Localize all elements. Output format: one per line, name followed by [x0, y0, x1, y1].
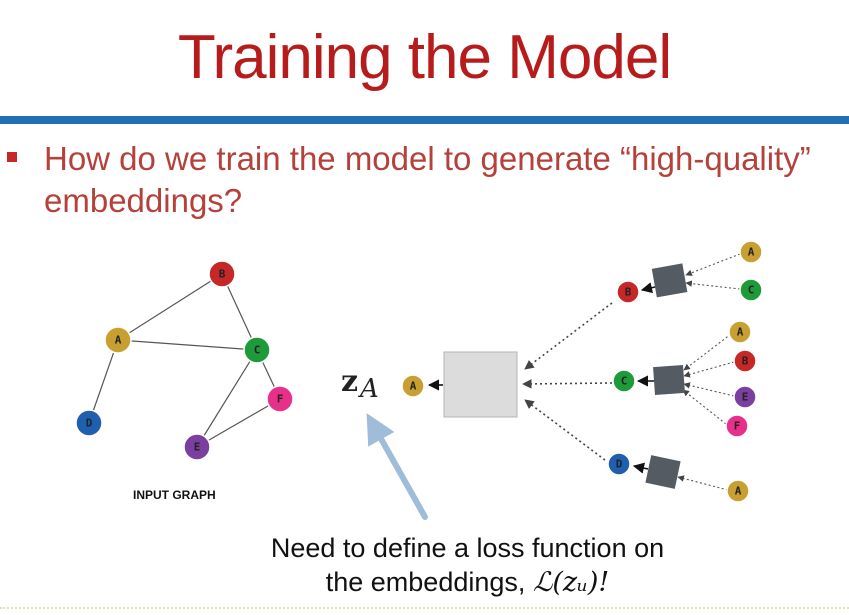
arrow-d-to-aggregator: [524, 399, 606, 461]
svg-text:A: A: [735, 485, 742, 498]
aggregator-box-b: [651, 263, 688, 298]
svg-text:D: D: [616, 458, 623, 471]
diagram-canvas: B A C F D E A B C D A C A B E F A: [75, 240, 763, 520]
arrow-c-to-aggregator: [522, 379, 613, 389]
level2-node-b-c: C: [739, 278, 763, 302]
input-graph: B A C F D E: [75, 260, 294, 461]
level2-node-b-a: A: [739, 240, 763, 264]
svg-text:F: F: [277, 393, 284, 406]
svg-text:B: B: [742, 355, 749, 368]
svg-text:E: E: [742, 391, 749, 404]
loss-caption: Need to define a loss function on the em…: [0, 531, 849, 600]
svg-text:B: B: [625, 286, 632, 299]
aggregator-box-c: [653, 364, 685, 396]
edge-a-b: [117, 273, 223, 341]
svg-text:D: D: [86, 417, 93, 430]
level2-node-c-e: E: [733, 385, 757, 409]
arrow-b-to-aggregator: [524, 302, 613, 370]
svg-text:A: A: [410, 380, 417, 393]
embedding-symbol: z: [341, 364, 359, 399]
graph-node-b: B: [208, 260, 236, 288]
level1-node-c: C: [612, 369, 636, 393]
main-aggregator-box: [443, 351, 518, 418]
computation-graph: A B C D A C A B E F A: [401, 240, 763, 503]
svg-text:A: A: [737, 326, 744, 339]
arrow-a-to-agg-d: [677, 475, 729, 491]
level2-node-c-a: A: [728, 320, 752, 344]
arrow-a-to-agg-b: [685, 253, 741, 276]
edge-a-c: [117, 339, 258, 351]
svg-text:C: C: [254, 344, 261, 357]
embedding-subscript: A: [360, 374, 379, 404]
graph-node-d: D: [75, 409, 103, 437]
loss-formula: ℒ(zᵤ)!: [532, 567, 610, 598]
caption-line-2: the embeddings, ℒ(zᵤ)!: [0, 565, 849, 600]
svg-text:E: E: [194, 441, 201, 454]
footer-dotted-border: [0, 607, 849, 609]
aggregator-box-d: [645, 455, 681, 489]
svg-text:A: A: [115, 334, 122, 347]
graph-node-a: A: [104, 326, 132, 354]
svg-text:F: F: [734, 420, 741, 433]
level1-to-aggregator-arrows: [522, 302, 613, 461]
pointer-arrow: [366, 413, 428, 520]
level2-node-c-b: B: [733, 349, 757, 373]
arrow-c-to-agg-b: [685, 280, 741, 290]
level2-to-aggregator-arrows: [677, 253, 741, 491]
svg-text:B: B: [219, 268, 226, 281]
edge-e-f: [196, 398, 281, 448]
arrow-e-to-agg-c: [683, 382, 735, 397]
edge-c-e: [196, 349, 258, 448]
svg-text:C: C: [748, 284, 755, 297]
arrow-f-to-agg-c: [682, 389, 727, 425]
target-node-a: A: [401, 374, 425, 398]
embedding-label: zA: [341, 364, 379, 404]
svg-text:C: C: [621, 375, 628, 388]
level1-node-b: B: [616, 280, 640, 304]
graph-node-e: E: [183, 433, 211, 461]
arrow-agg-to-d: [632, 462, 649, 474]
caption-line-1: Need to define a loss function on: [270, 533, 665, 563]
level2-node-c-f: F: [725, 414, 749, 438]
level2-node-d-a: A: [726, 479, 750, 503]
level1-node-d: D: [607, 452, 631, 476]
caption-line-2-text: the embeddings,: [325, 567, 533, 597]
svg-text:A: A: [748, 246, 755, 259]
arrow-agg-to-b: [640, 282, 656, 294]
graph-node-f: F: [266, 385, 294, 413]
input-graph-label: INPUT GRAPH: [133, 488, 216, 502]
graph-node-c: C: [243, 336, 271, 364]
